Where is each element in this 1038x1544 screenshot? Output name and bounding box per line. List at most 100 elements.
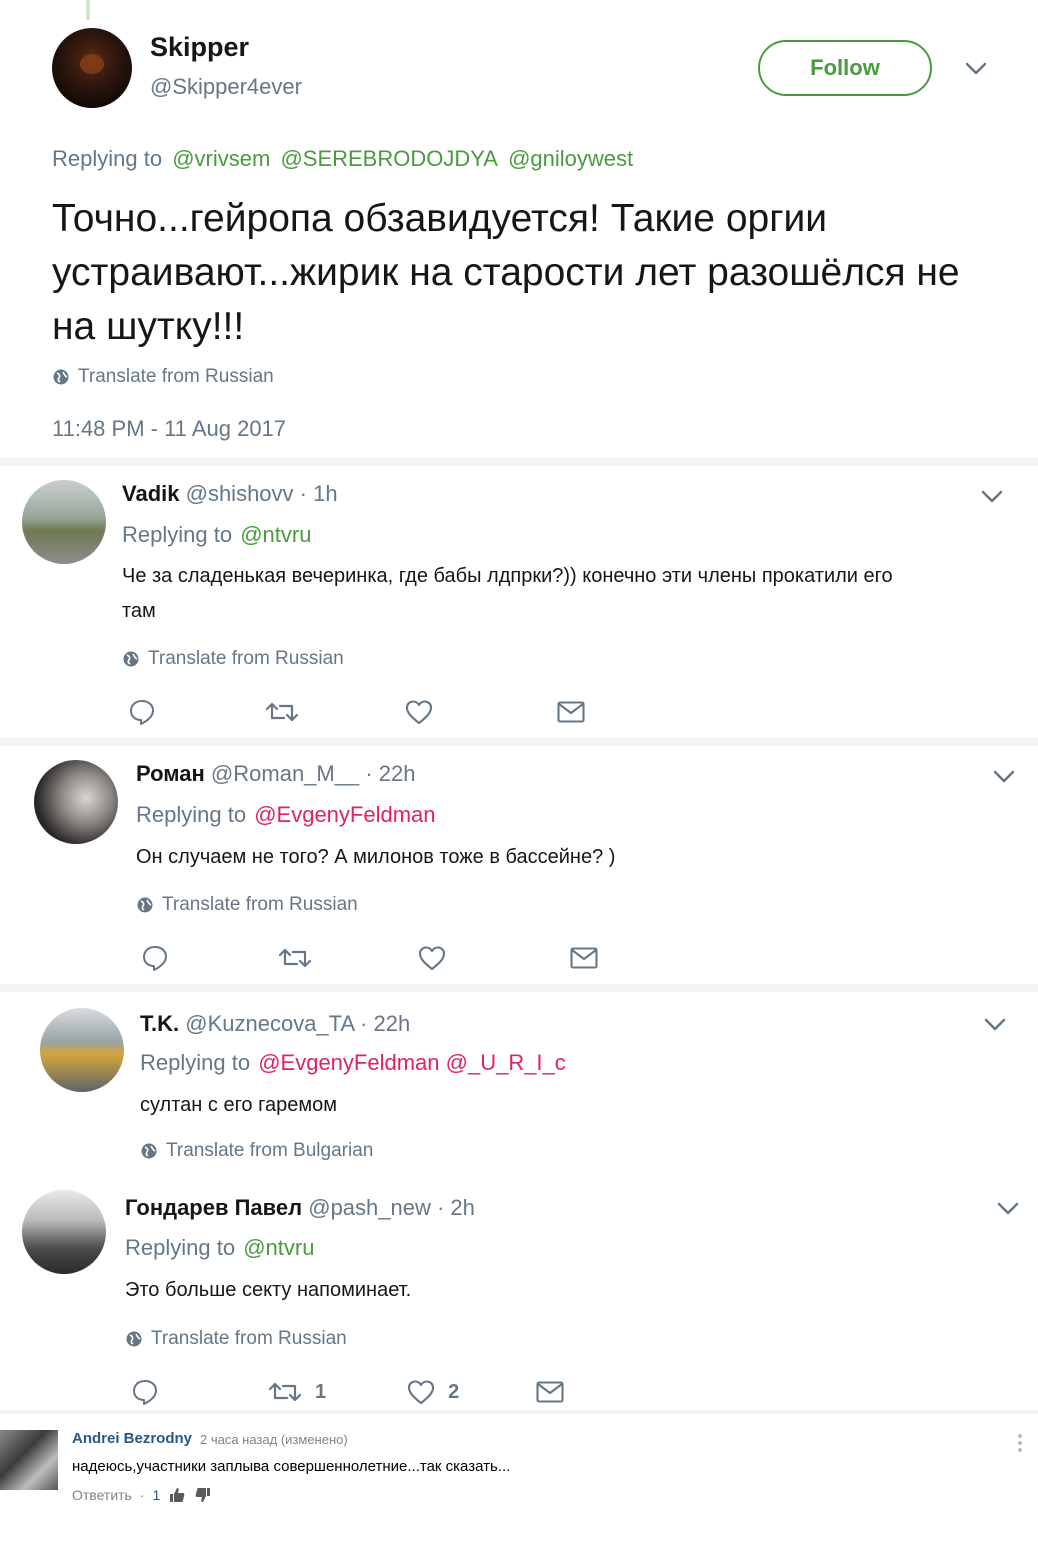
author-name[interactable]: Гондарев Павел (125, 1195, 302, 1220)
avatar[interactable] (0, 1430, 58, 1490)
author-name[interactable]: Роман (136, 761, 205, 786)
replying-prefix: Replying to (136, 802, 247, 827)
thumbs-up-icon[interactable] (168, 1486, 186, 1504)
like-action[interactable] (417, 944, 459, 972)
retweet-action[interactable]: 1 (267, 1378, 326, 1406)
replying-prefix: Replying to (125, 1235, 236, 1260)
reply-text: Он случаем не того? А милонов тоже в бас… (136, 846, 616, 868)
reply-icon[interactable] (131, 1378, 159, 1406)
translate-label: Translate from Bulgarian (166, 1140, 374, 1161)
reply-link[interactable]: Ответить (72, 1487, 132, 1503)
translate-link[interactable]: Translate from Bulgarian (140, 1140, 373, 1162)
mention-link[interactable]: @EvgenyFeldman (254, 802, 435, 827)
mail-icon[interactable] (535, 1379, 565, 1405)
reply-card: Гондарев Павел @pash_new · 2h Replying t… (0, 1176, 1038, 1410)
replying-to: Replying to @vrivsem @SEREBRODOJDYA @gni… (52, 146, 637, 172)
thread-line (86, 0, 90, 20)
translate-link[interactable]: Translate from Russian (136, 894, 358, 916)
reply-text: Это больше секту напоминает. (125, 1279, 412, 1301)
mention-link[interactable]: @vrivsem (172, 146, 270, 171)
author-meta[interactable]: @pash_new · 2h (308, 1195, 475, 1220)
comment-actions: Ответить · 1 (72, 1486, 212, 1504)
translate-link[interactable]: Translate from Russian (122, 648, 344, 670)
avatar[interactable] (34, 760, 118, 844)
mention-link[interactable]: @ntvru (240, 522, 311, 547)
avatar[interactable] (22, 1190, 106, 1274)
author-handle[interactable]: @Skipper4ever (150, 74, 302, 100)
like-count: 1 (152, 1487, 161, 1503)
author-meta[interactable]: @Roman_M__ · 22h (211, 761, 416, 786)
chevron-down-icon[interactable] (981, 1014, 1009, 1034)
reply-text: султан с его гаремом (140, 1094, 337, 1116)
like-count: 2 (448, 1380, 460, 1403)
translate-link[interactable]: Translate from Russian (52, 366, 274, 388)
replying-to: Replying to @EvgenyFeldman (136, 802, 436, 828)
retweet-icon (268, 1382, 302, 1402)
avatar[interactable] (22, 480, 106, 564)
author-meta[interactable]: @Kuznecova_TA · 22h (185, 1011, 410, 1036)
divider (0, 738, 1038, 746)
mention-link[interactable]: @gniloywest (508, 146, 633, 171)
reply-card: T.K. @Kuznecova_TA · 22h Replying to @Ev… (0, 992, 1038, 1172)
retweet-icon (278, 948, 312, 968)
retweet-action[interactable] (277, 944, 325, 972)
mail-icon[interactable] (556, 699, 586, 725)
reply-icon[interactable] (128, 698, 156, 726)
author-name[interactable]: T.K. (140, 1011, 179, 1036)
heart-icon (405, 700, 433, 725)
retweet-action[interactable] (264, 698, 312, 726)
chevron-down-icon[interactable] (990, 766, 1018, 786)
main-tweet: Skipper @Skipper4ever Follow Replying to… (0, 0, 1038, 460)
divider (0, 984, 1038, 992)
translate-link[interactable]: Translate from Russian (125, 1328, 347, 1350)
heart-icon (418, 946, 446, 971)
chevron-down-icon[interactable] (994, 1198, 1022, 1218)
replying-to: Replying to @ntvru (125, 1235, 314, 1261)
globe-icon (137, 897, 153, 913)
more-options-icon[interactable] (1018, 1434, 1022, 1455)
reply-card: Vadik @shishovv · 1h Replying to @ntvru … (0, 466, 1038, 738)
mail-icon[interactable] (569, 945, 599, 971)
author-name[interactable]: Skipper (150, 32, 249, 63)
author-name[interactable]: Vadik (122, 481, 179, 506)
follow-button[interactable]: Follow (758, 40, 932, 96)
divider (0, 458, 1038, 466)
chevron-down-icon[interactable] (978, 486, 1006, 506)
comment-text: надеюсь,участники заплыва совершеннолетн… (72, 1458, 511, 1475)
comment-meta: 2 часа назад (изменено) (200, 1432, 348, 1447)
action-bar (128, 698, 586, 726)
like-action[interactable]: 2 (406, 1378, 459, 1406)
reply-icon[interactable] (141, 944, 169, 972)
vk-comment: Andrei Bezrodny 2 часа назад (изменено) … (0, 1414, 1038, 1524)
avatar[interactable] (52, 28, 132, 108)
timestamp[interactable]: 11:48 PM - 11 Aug 2017 (52, 416, 286, 442)
author-name[interactable]: Andrei Bezrodny (72, 1430, 192, 1447)
reply-header: Роман @Roman_M__ · 22h (136, 761, 415, 787)
reply-card: Роман @Roman_M__ · 22h Replying to @Evge… (0, 746, 1038, 984)
author-meta[interactable]: @shishovv · 1h (186, 481, 338, 506)
retweet-count: 1 (315, 1380, 327, 1403)
reply-header: Vadik @shishovv · 1h (122, 481, 338, 507)
mention-link[interactable]: @SEREBRODOJDYA (280, 146, 498, 171)
action-bar (141, 944, 599, 972)
like-action[interactable] (404, 698, 446, 726)
translate-label: Translate from Russian (148, 648, 344, 669)
avatar[interactable] (40, 1008, 124, 1092)
globe-icon (53, 369, 69, 385)
replying-prefix: Replying to (140, 1050, 251, 1075)
reply-header: T.K. @Kuznecova_TA · 22h (140, 1011, 410, 1037)
translate-label: Translate from Russian (151, 1328, 347, 1349)
translate-label: Translate from Russian (78, 366, 274, 387)
mention-link[interactable]: @EvgenyFeldman @_U_R_I_c (258, 1050, 566, 1075)
chevron-down-icon[interactable] (962, 58, 990, 83)
thumbs-down-icon[interactable] (194, 1486, 212, 1504)
tweet-text: Точно...гейропа обзавидуется! Такие орги… (52, 197, 960, 348)
replying-prefix: Replying to (122, 522, 233, 547)
mention-link[interactable]: @ntvru (243, 1235, 314, 1260)
reply-header: Гондарев Павел @pash_new · 2h (125, 1195, 475, 1221)
separator: · (139, 1487, 145, 1503)
replying-to: Replying to @ntvru (122, 522, 311, 548)
globe-icon (141, 1143, 157, 1159)
retweet-icon (265, 702, 299, 722)
reply-text: Че за сладенькая вечеринка, где бабы лдп… (122, 565, 893, 622)
